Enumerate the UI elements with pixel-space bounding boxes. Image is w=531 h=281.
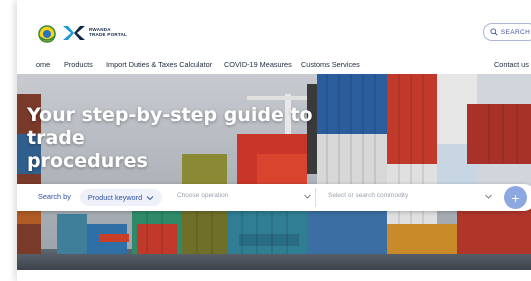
- search-icon: [490, 28, 498, 36]
- nav-item-duties-calculator[interactable]: Import Duties & Taxes Calculator: [106, 60, 212, 69]
- trade-portal-logo-icon[interactable]: [63, 24, 85, 42]
- operation-chevron-down-icon[interactable]: [303, 192, 312, 201]
- page-container: RWANDA TRADE PORTAL SEARCH ome Products …: [17, 0, 531, 281]
- logo-text-line2: TRADE PORTAL: [89, 32, 128, 38]
- nav-item-covid-measures[interactable]: COVID-19 Measures: [224, 60, 292, 69]
- search-button-label: SEARCH: [500, 28, 531, 36]
- search-mode-dropdown[interactable]: Product keyword: [80, 189, 162, 206]
- main-nav: ome Products Import Duties & Taxes Calcu…: [17, 56, 531, 74]
- hero-title: Your step-by-step guide to trade procedu…: [27, 104, 347, 173]
- chevron-down-icon: [146, 194, 154, 202]
- hero-title-line1: Your step-by-step guide to trade: [27, 104, 313, 149]
- search-divider: [315, 188, 316, 207]
- operation-select[interactable]: Choose operation: [177, 192, 228, 199]
- nav-item-contact[interactable]: Contact us: [494, 60, 529, 69]
- rwanda-emblem-icon[interactable]: [37, 24, 57, 44]
- logo-text: RWANDA TRADE PORTAL: [89, 27, 127, 37]
- commodity-select[interactable]: Select or search commodity: [328, 192, 408, 199]
- plus-icon: +: [511, 189, 520, 206]
- hero-title-line2: procedures: [27, 150, 148, 172]
- search-mode-value: Product keyword: [87, 193, 143, 202]
- search-button[interactable]: SEARCH: [483, 23, 531, 41]
- commodity-search-bar: Search by Product keyword Choose operati…: [17, 184, 531, 211]
- search-submit-button[interactable]: +: [504, 186, 527, 209]
- nav-item-customs-services[interactable]: Customs Services: [301, 60, 360, 69]
- nav-item-products[interactable]: Products: [64, 60, 93, 69]
- hero-banner: Your step-by-step guide to trade procedu…: [17, 74, 531, 270]
- site-header: RWANDA TRADE PORTAL SEARCH: [17, 0, 531, 55]
- search-by-label: Search by: [38, 192, 71, 201]
- nav-item-home[interactable]: ome: [36, 60, 50, 69]
- commodity-chevron-down-icon[interactable]: [484, 192, 493, 201]
